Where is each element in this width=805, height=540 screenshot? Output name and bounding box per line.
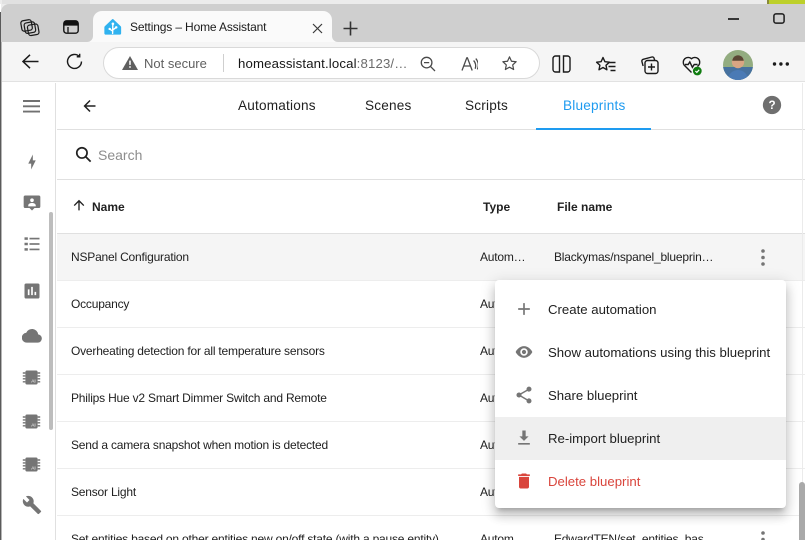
svg-text:AI: AI xyxy=(31,466,36,472)
svg-text:AI: AI xyxy=(31,423,36,429)
svg-text:?: ? xyxy=(768,99,775,112)
svg-text:AI: AI xyxy=(31,379,36,385)
